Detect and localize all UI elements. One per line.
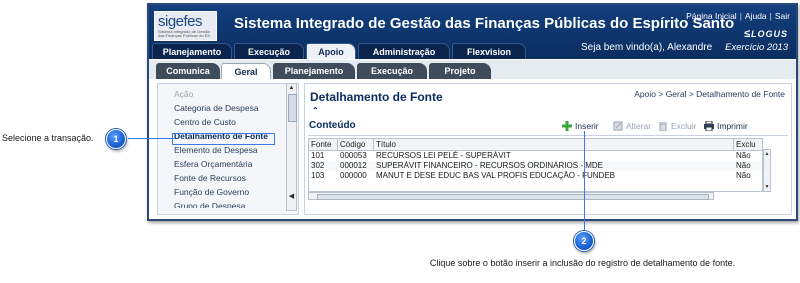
app-title: Sistema Integrado de Gestão das Finanças…	[234, 15, 735, 32]
sidebar-item-elemento-despesa[interactable]: Elemento de Despesa	[174, 145, 258, 155]
scroll-thumb[interactable]	[288, 94, 297, 122]
sidebar-scrollbar[interactable]: ▲ ◀	[286, 83, 297, 211]
tab-administracao[interactable]: Administração	[358, 43, 450, 59]
table-row[interactable]: 103 000000 MANUT E DESE EDUC BAS VAL PRO…	[309, 171, 762, 181]
cell-titulo: SUPERÁVIT FINANCEIRO - RECURSOS ORDINÁRI…	[376, 161, 603, 170]
subtab-planejamento[interactable]: Planejamento	[273, 63, 355, 80]
cell-codigo: 000053	[340, 151, 367, 160]
subtab-geral[interactable]: Geral	[221, 63, 271, 80]
section-title: Conteúdo	[309, 120, 356, 131]
trash-icon	[658, 121, 668, 132]
cell-exclusao: Não	[736, 161, 751, 170]
cell-titulo: RECURSOS LEI PELÉ - SUPERÁVIT	[376, 151, 511, 160]
grid-scroll-up-icon[interactable]: ▲	[764, 151, 770, 157]
cell-fonte: 103	[311, 171, 325, 180]
sidebar-item-detalhamento-fonte[interactable]: Detalhamento de Fonte	[174, 131, 268, 141]
col-header-codigo[interactable]: Código	[340, 140, 372, 149]
edit-button[interactable]: Alterar	[613, 121, 651, 131]
collapse-left-icon[interactable]: ◀	[287, 192, 296, 201]
cell-fonte: 302	[311, 161, 325, 170]
grid-scroll-down-icon[interactable]: ▼	[764, 184, 770, 190]
content-header: Conteúdo Inserir Alterar Excluir Imprimi…	[308, 117, 788, 136]
top-links: Página Inicial | Ajuda | Sair	[686, 11, 790, 21]
delete-button[interactable]: Excluir	[658, 121, 697, 132]
tab-flexvision[interactable]: Flexvision	[452, 43, 526, 59]
callout-1-marker: 1	[106, 129, 126, 149]
col-header-exclusao[interactable]: Exclu	[736, 140, 762, 149]
printer-icon	[704, 120, 714, 132]
sidebar-item-acao[interactable]: Ação	[174, 89, 193, 99]
grid-hscroll-thumb[interactable]	[317, 194, 709, 200]
sidebar: Ação Categoria de Despesa Centro de Cust…	[157, 83, 299, 215]
callout-2-connector	[584, 131, 585, 233]
tab-apoio[interactable]: Apoio	[306, 43, 356, 59]
subtab-projeto[interactable]: Projeto	[429, 63, 491, 80]
cell-exclusao: Não	[736, 171, 751, 180]
sidebar-item-fonte-recursos[interactable]: Fonte de Recursos	[174, 173, 246, 183]
callout-2-text: Clique sobre o botão inserir a inclusão …	[429, 258, 736, 268]
breadcrumb: Apoio > Geral > Detalhamento de Fonte	[634, 89, 785, 99]
print-button[interactable]: Imprimir	[704, 120, 748, 132]
grid-header: Fonte Código Título Exclu	[309, 139, 762, 151]
subtab-comunica[interactable]: Comunica	[156, 63, 220, 80]
callout-1-connector	[128, 138, 174, 139]
app-window: sigefes Sistema Integrado de Gestão das …	[147, 3, 798, 221]
callout-2-marker: 2	[574, 231, 594, 251]
table-row[interactable]: 101 000053 RECURSOS LEI PELÉ - SUPERÁVIT…	[309, 151, 762, 161]
plus-icon	[562, 121, 572, 131]
exercise-year: Exercício 2013	[725, 42, 788, 53]
insert-label: Inserir	[575, 121, 599, 131]
welcome-text: Seja bem vindo(a), Alexandre	[581, 42, 713, 53]
cell-codigo: 000000	[340, 171, 367, 180]
print-label: Imprimir	[717, 121, 748, 131]
app-logo[interactable]: sigefes Sistema Integrado de Gestão das …	[154, 11, 217, 41]
sidebar-item-grupo-despesa[interactable]: Grupo de Despesa	[174, 201, 245, 208]
sidebar-item-categoria-despesa[interactable]: Categoria de Despesa	[174, 103, 259, 113]
grid-vertical-scrollbar[interactable]: ▲ ▼	[763, 149, 771, 192]
col-header-fonte[interactable]: Fonte	[311, 140, 335, 149]
callout-1-text: Selecione a transação.	[2, 133, 94, 143]
header: sigefes Sistema Integrado de Gestão das …	[149, 5, 796, 59]
page-title: Detalhamento de Fonte	[310, 90, 443, 104]
subtab-execucao[interactable]: Execução	[357, 63, 427, 80]
col-header-titulo[interactable]: Título	[376, 140, 726, 149]
cell-fonte: 101	[311, 151, 325, 160]
cell-titulo: MANUT E DESE EDUC BAS VAL PROFIS EDUCAÇÃ…	[376, 171, 616, 180]
sidebar-item-funcao-governo[interactable]: Função de Governo	[174, 187, 249, 197]
content-area: Ação Categoria de Despesa Centro de Cust…	[149, 79, 796, 219]
tab-planejamento[interactable]: Planejamento	[152, 43, 232, 59]
delete-label: Excluir	[671, 121, 697, 131]
logout-link[interactable]: Sair	[775, 11, 790, 21]
home-link[interactable]: Página Inicial	[686, 11, 737, 21]
insert-button[interactable]: Inserir	[562, 121, 599, 131]
scroll-up-icon[interactable]: ▲	[287, 84, 296, 93]
sidebar-item-centro-custo[interactable]: Centro de Custo	[174, 117, 236, 127]
cell-codigo: 000012	[340, 161, 367, 170]
edit-label: Alterar	[626, 121, 652, 131]
sidebar-item-esfera-orcamentaria[interactable]: Esfera Orçamentária	[174, 159, 252, 169]
edit-icon	[613, 121, 623, 131]
logo-subtext: Sistema Integrado de Gestão das Finanças…	[158, 29, 211, 38]
collapse-icon[interactable]: ⌃	[312, 106, 319, 115]
results-grid: Fonte Código Título Exclu 101 000053 REC…	[308, 138, 763, 192]
help-link[interactable]: Ajuda	[745, 11, 767, 21]
sub-tabs: Comunica Geral Planejamento Execução Pro…	[149, 59, 796, 80]
cell-exclusao: Não	[736, 151, 751, 160]
logo-text: sigefes	[158, 13, 203, 30]
tab-execucao[interactable]: Execução	[234, 43, 304, 59]
grid-horizontal-scrollbar[interactable]	[308, 192, 714, 200]
main-panel: Detalhamento de Fonte Apoio > Geral > De…	[304, 83, 792, 215]
table-row[interactable]: 302 000012 SUPERÁVIT FINANCEIRO - RECURS…	[309, 161, 762, 171]
brand-logo: ≤LOGUS	[743, 28, 788, 40]
brand-text: LOGUS	[750, 29, 788, 39]
